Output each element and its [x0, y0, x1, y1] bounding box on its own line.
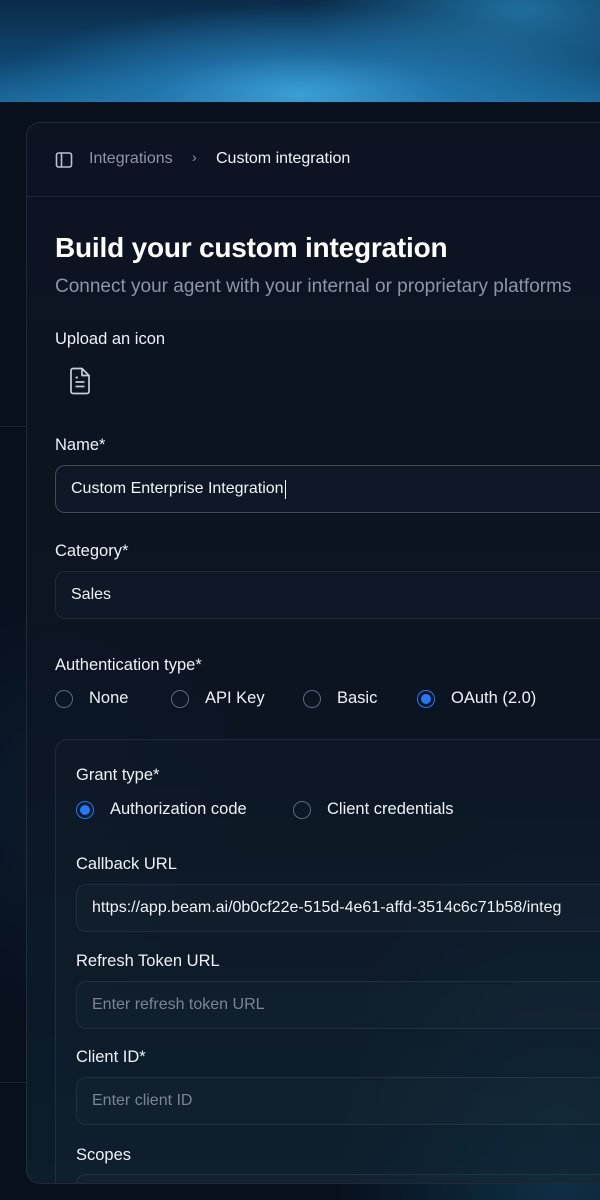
auth-radio-oauth[interactable]: OAuth (2.0) [417, 689, 536, 708]
callback-url-value: https://app.beam.ai/0b0cf22e-515d-4e61-a… [92, 899, 562, 916]
refresh-token-url-label: Refresh Token URL [76, 952, 220, 970]
sidebar-toggle-icon[interactable] [55, 151, 73, 169]
auth-radio-basic-label: Basic [337, 689, 378, 707]
name-input[interactable]: Custom Enterprise Integration [55, 465, 600, 513]
radio-circle [303, 689, 321, 708]
upload-icon-label: Upload an icon [55, 330, 166, 348]
name-label: Name* [55, 436, 106, 454]
auth-radio-api-key-label: API Key [205, 689, 265, 707]
radio-circle-selected [417, 689, 435, 708]
client-id-placeholder: Enter client ID [92, 1092, 193, 1109]
callback-url-input[interactable]: https://app.beam.ai/0b0cf22e-515d-4e61-a… [76, 884, 600, 932]
document-icon [68, 367, 92, 400]
category-select[interactable]: Sales [55, 571, 600, 619]
text-caret [284, 479, 286, 499]
upload-icon-button[interactable] [55, 359, 105, 407]
grant-radio-authorization-code[interactable]: Authorization code [76, 800, 247, 819]
client-id-input[interactable]: Enter client ID [76, 1077, 600, 1125]
breadcrumb-integrations-link[interactable]: Integrations [89, 150, 173, 168]
page-subtitle: Connect your agent with your internal or… [55, 276, 572, 297]
integration-panel: Integrations › Custom integration Build … [26, 122, 600, 1184]
auth-radio-oauth-label: OAuth (2.0) [451, 689, 537, 707]
auth-radio-none-label: None [89, 689, 129, 707]
radio-circle-selected [76, 800, 94, 819]
client-id-label: Client ID* [76, 1048, 146, 1066]
grant-type-label: Grant type* [76, 766, 160, 784]
divider [0, 1082, 26, 1083]
grant-radio-authorization-code-label: Authorization code [110, 800, 247, 818]
category-label: Category* [55, 542, 129, 560]
auth-radio-basic[interactable]: Basic [303, 689, 377, 708]
grant-radio-client-credentials[interactable]: Client credentials [293, 800, 454, 819]
page-title: Build your custom integration [55, 232, 448, 263]
grant-radio-client-credentials-label: Client credentials [327, 800, 454, 818]
refresh-token-url-placeholder: Enter refresh token URL [92, 996, 265, 1013]
auth-type-label: Authentication type* [55, 656, 202, 674]
scopes-input[interactable] [76, 1174, 600, 1183]
refresh-token-url-input[interactable]: Enter refresh token URL [76, 981, 600, 1029]
name-input-value: Custom Enterprise Integration [71, 480, 284, 497]
category-select-value: Sales [71, 586, 112, 603]
oauth-settings-card: Grant type* Authorization code Client cr… [55, 739, 600, 1183]
breadcrumb-current: Custom integration [216, 150, 351, 167]
breadcrumb: Integrations › Custom integration [27, 123, 600, 197]
auth-radio-none[interactable]: None [55, 689, 128, 708]
radio-circle [55, 689, 73, 708]
radio-circle [293, 800, 311, 819]
auth-radio-api-key[interactable]: API Key [171, 689, 265, 708]
divider [0, 426, 26, 427]
chevron-right-icon: › [192, 149, 197, 165]
scopes-label: Scopes [76, 1146, 132, 1164]
radio-circle [171, 689, 189, 708]
callback-url-label: Callback URL [76, 855, 177, 873]
background-header-gradient [0, 0, 600, 102]
